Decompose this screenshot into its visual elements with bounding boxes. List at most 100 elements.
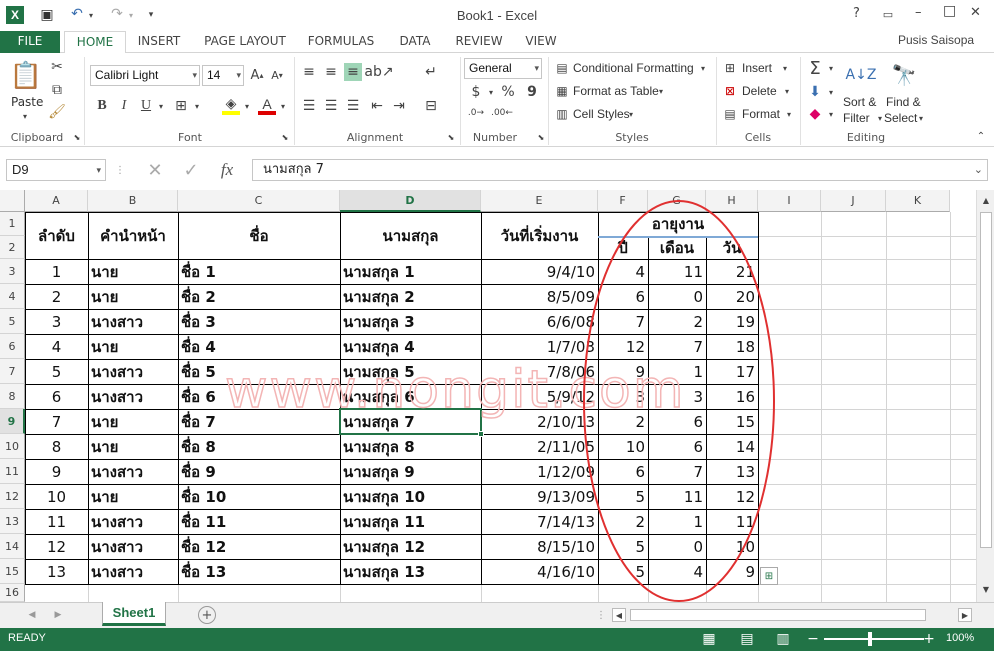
sort-filter-label-2[interactable]: Filter [843,111,870,125]
ribbon-display-options-icon[interactable]: ▭ [880,6,896,22]
conditional-formatting-icon[interactable]: ▤ [554,60,570,76]
delete-cells-icon[interactable]: ⊠ [722,83,738,99]
table-cell[interactable]: นามสกุล 3 [343,309,478,334]
decrease-decimal-icon[interactable]: .00← [491,105,513,121]
table-cell[interactable]: 1 [651,509,703,534]
sort-filter-label-1[interactable]: Sort & [843,95,876,109]
table-cell[interactable]: 4 [28,334,85,359]
vertical-scroll-thumb[interactable] [980,212,992,548]
underline-dropdown-icon[interactable]: ▾ [156,100,166,112]
autosum-icon[interactable]: Σ [806,58,824,79]
table-cell[interactable]: 5 [601,534,645,559]
table-cell[interactable]: 2/11/05 [484,434,595,459]
vertical-scrollbar[interactable]: ▲ ▼ [976,190,994,602]
table-cell[interactable]: 6/6/08 [484,309,595,334]
underline-button[interactable]: U [138,97,154,115]
format-as-table-button[interactable]: Format as Table [573,84,659,98]
tab-file[interactable]: FILE [0,31,60,53]
borders-dropdown-icon[interactable]: ▾ [192,100,202,112]
column-header-b[interactable]: B [88,190,178,212]
new-sheet-icon[interactable]: + [198,606,216,624]
fill-color-icon[interactable]: ◈ [222,96,240,115]
row-header-2[interactable]: 2 [0,236,25,259]
zoom-slider-thumb[interactable] [868,632,872,646]
table-cell[interactable]: 6 [651,409,703,434]
table-cell[interactable]: 17 [709,359,755,384]
tab-home[interactable]: HOME [64,31,126,54]
fill-color-dropdown-icon[interactable]: ▾ [242,100,252,112]
header-prefix[interactable]: คำนำหน้า [90,212,176,259]
table-cell[interactable]: 15 [709,409,755,434]
table-cell[interactable]: 1 [651,359,703,384]
column-header-k[interactable]: K [886,190,950,212]
table-cell[interactable]: 10 [601,434,645,459]
table-cell[interactable]: 12 [28,534,85,559]
percent-button[interactable]: % [500,83,516,101]
row-header-15[interactable]: 15 [0,559,25,584]
align-top-icon[interactable]: ≡ [300,63,318,81]
table-cell[interactable]: ชื่อ 5 [181,359,337,384]
italic-button[interactable]: I [116,97,132,115]
column-header-h[interactable]: H [706,190,758,212]
table-cell[interactable]: 16 [709,384,755,409]
header-surname[interactable]: นามสกุล [342,212,479,259]
page-break-view-icon[interactable]: ▥ [774,631,792,647]
cancel-icon[interactable]: ✕ [144,160,166,181]
format-painter-icon[interactable]: 🖌 [48,103,66,121]
zoom-slider[interactable] [824,638,924,640]
cell-styles-button[interactable]: Cell Styles [573,107,630,121]
table-cell[interactable]: 6 [601,284,645,309]
table-cell[interactable]: 3 [601,384,645,409]
horizontal-scrollbar[interactable]: ◀ ▶ [612,608,972,622]
zoom-out-icon[interactable]: − [806,630,820,648]
table-cell[interactable]: 6 [28,384,85,409]
header-start-date[interactable]: วันที่เริ่มงาน [483,212,596,259]
table-cell[interactable]: ชื่อ 8 [181,434,337,459]
table-cell[interactable]: 21 [709,259,755,284]
table-cell[interactable]: 0 [651,534,703,559]
table-cell[interactable]: 8 [28,434,85,459]
column-header-j[interactable]: J [821,190,886,212]
table-cell[interactable]: 5 [601,484,645,509]
column-header-i[interactable]: I [758,190,821,212]
header-months[interactable]: เดือน [650,236,704,259]
table-cell[interactable]: 11 [709,509,755,534]
table-cell[interactable]: นามสกุล 12 [343,534,478,559]
tab-formulas[interactable]: FORMULAS [302,31,380,53]
table-cell[interactable]: 2 [601,409,645,434]
scroll-left-icon[interactable]: ◀ [612,608,626,622]
fill-dropdown-icon[interactable]: ▾ [826,86,836,98]
formula-input[interactable]: นามสกุล 7 ⌄ [252,159,988,181]
table-cell[interactable]: นามสกุล 6 [343,384,478,409]
row-header-10[interactable]: 10 [0,434,25,459]
table-cell[interactable]: 7/14/13 [484,509,595,534]
row-header-13[interactable]: 13 [0,509,25,534]
table-cell[interactable]: นางสาว [91,534,175,559]
font-size-select[interactable]: 14 ▾ [202,65,244,86]
table-cell[interactable]: 2 [601,509,645,534]
table-cell[interactable]: 6 [601,459,645,484]
borders-icon[interactable]: ⊞ [172,97,190,115]
table-cell[interactable]: นางสาว [91,459,175,484]
paste-button[interactable]: Paste [11,95,43,109]
clear-icon[interactable]: ◆ [806,105,824,123]
close-button[interactable]: ✕ [970,5,981,20]
table-cell[interactable]: นาย [91,409,175,434]
table-cell[interactable]: ชื่อ 13 [181,559,337,584]
binoculars-icon[interactable]: 🔭 [888,59,920,91]
bold-button[interactable]: B [94,97,110,115]
table-cell[interactable]: 12 [601,334,645,359]
quick-analysis-icon[interactable]: ⊞ [760,567,778,585]
table-cell[interactable]: 20 [709,284,755,309]
orientation-icon[interactable]: ab↗ [364,63,393,81]
find-select-label-2[interactable]: Select [884,111,917,125]
align-center-icon[interactable]: ☰ [322,97,340,115]
horizontal-scroll-thumb[interactable] [630,609,926,621]
table-cell[interactable]: นางสาว [91,509,175,534]
table-cell[interactable]: นามสกุล 11 [343,509,478,534]
column-header-d[interactable]: D [340,190,481,212]
table-cell[interactable]: 7/8/06 [484,359,595,384]
select-all-corner[interactable] [0,190,25,212]
table-cell[interactable]: นางสาว [91,309,175,334]
scroll-down-icon[interactable]: ▼ [979,583,993,595]
